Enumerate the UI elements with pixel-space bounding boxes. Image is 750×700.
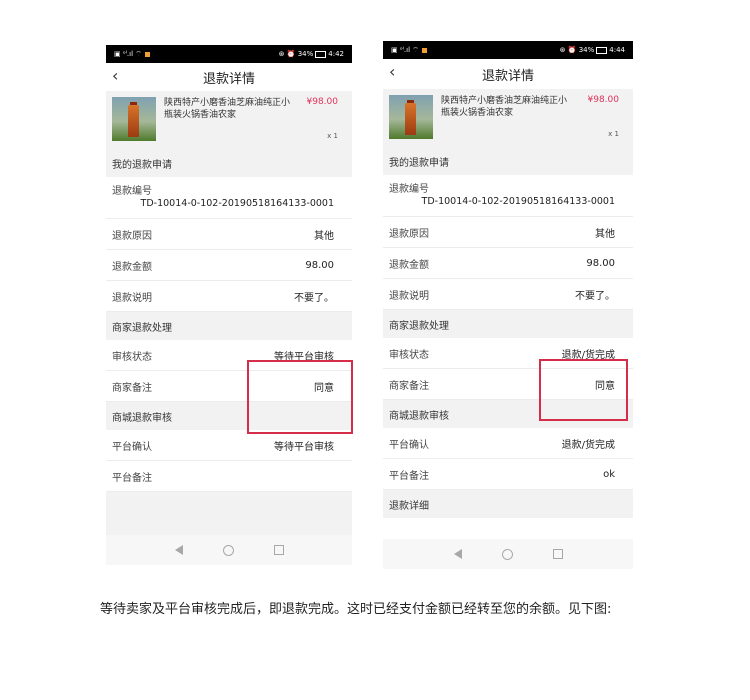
phone-screenshot-left: ▣ ᵒˡ.ıl ⌔ ⊛ ⏰ 34% 4:42 ‹ 退款详情 陕西特产小磨香油芝麻油… (106, 45, 352, 565)
nav-home-icon[interactable] (222, 544, 234, 556)
platform-note-value: ok (603, 468, 615, 480)
platform-note-row: 平台备注 (106, 461, 352, 492)
app-notification-icon (144, 51, 150, 57)
refund-number-label: 退款编号 (389, 184, 429, 195)
product-thumbnail (389, 95, 433, 139)
product-quantity: x 1 (327, 132, 338, 140)
refund-number-value: TD-10014-0-102-20190518164133-0001 (421, 196, 615, 207)
product-card[interactable]: 陕西特产小磨香油芝麻油纯正小瓶装火锅香油农家 ¥98.00 x 1 (383, 89, 633, 147)
page-title: 退款详情 (481, 68, 534, 84)
refund-note-label: 退款说明 (112, 292, 152, 304)
title-bar: ‹ 退款详情 (383, 59, 633, 89)
platform-confirm-value: 退款/货完成 (561, 439, 615, 451)
nav-home-icon[interactable] (501, 548, 513, 560)
refund-number-row: 退款编号 TD-10014-0-102-20190518164133-0001 (106, 177, 352, 219)
product-thumbnail (112, 97, 156, 141)
refund-number-label: 退款编号 (112, 186, 152, 197)
platform-confirm-row: 平台确认 等待平台审核 (106, 430, 352, 461)
product-price: ¥98.00 (587, 95, 620, 105)
platform-confirm-value: 等待平台审核 (274, 441, 334, 453)
nav-back-icon[interactable] (174, 545, 183, 555)
platform-note-label: 平台备注 (112, 472, 152, 484)
nav-recent-apps-icon[interactable] (273, 545, 284, 555)
refund-number-row: 退款编号 TD-10014-0-102-20190518164133-0001 (383, 175, 633, 217)
phone-screenshot-right: ▣ ᵒˡ.ıl ⌔ ⊛ ⏰ 34% 4:44 ‹ 退款详情 陕西特产小磨香油芝麻油… (383, 41, 633, 569)
android-nav-bar (383, 539, 633, 569)
refund-note-row: 退款说明 不要了。 (383, 279, 633, 310)
refund-amount-row: 退款金额 98.00 (383, 248, 633, 279)
refund-reason-label: 退款原因 (389, 228, 429, 240)
android-nav-bar (106, 535, 352, 565)
section-my-refund-request: 我的退款申请 (383, 147, 633, 175)
signal-icons: ▣ ᵒˡ.ıl ⌔ (391, 45, 419, 54)
refund-reason-value: 其他 (595, 228, 615, 240)
battery-icon (596, 46, 608, 54)
platform-note-row: 平台备注 ok (383, 459, 633, 490)
refund-amount-value: 98.00 (586, 257, 615, 269)
highlight-box-right (539, 359, 628, 421)
refund-note-value: 不要了。 (294, 292, 334, 304)
caption-text: 等待卖家及平台审核完成后，即退款完成。这时已经支付金额已经转至您的余额。见下图: (100, 602, 612, 617)
refund-amount-label: 退款金额 (389, 259, 429, 271)
platform-confirm-label: 平台确认 (389, 439, 429, 451)
refund-number-value: TD-10014-0-102-20190518164133-0001 (140, 198, 334, 209)
product-quantity: x 1 (608, 130, 619, 138)
merchant-note-label: 商家备注 (112, 382, 152, 394)
refund-note-label: 退款说明 (389, 290, 429, 302)
merchant-note-label: 商家备注 (389, 380, 429, 392)
status-indicators: ⊛ ⏰ 34% (278, 50, 314, 58)
section-merchant-processing: 商家退款处理 (106, 312, 352, 340)
product-card[interactable]: 陕西特产小磨香油芝麻油纯正小瓶装火锅香油农家 ¥98.00 x 1 (106, 91, 352, 149)
section-merchant-processing: 商家退款处理 (383, 310, 633, 338)
page-title: 退款详情 (202, 71, 255, 87)
signal-icons: ▣ ᵒˡ.ıl ⌔ (114, 49, 142, 58)
status-time: 4:42 (328, 50, 344, 58)
nav-back-icon[interactable] (453, 549, 462, 559)
refund-reason-label: 退款原因 (112, 230, 152, 242)
refund-amount-label: 退款金额 (112, 261, 152, 273)
status-time: 4:44 (609, 46, 625, 54)
section-my-refund-request: 我的退款申请 (106, 149, 352, 177)
status-indicators: ⊛ ⏰ 34% (559, 46, 595, 54)
highlight-box-left (247, 360, 353, 434)
battery-icon (315, 50, 327, 58)
nav-recent-apps-icon[interactable] (552, 549, 563, 559)
refund-note-row: 退款说明 不要了。 (106, 281, 352, 312)
product-name: 陕西特产小磨香油芝麻油纯正小瓶装火锅香油农家 (164, 98, 291, 120)
product-name: 陕西特产小磨香油芝麻油纯正小瓶装火锅香油农家 (441, 96, 568, 118)
title-bar: ‹ 退款详情 (106, 63, 352, 91)
back-arrow-icon[interactable]: ‹ (389, 63, 395, 81)
platform-note-label: 平台备注 (389, 470, 429, 482)
platform-confirm-label: 平台确认 (112, 441, 152, 453)
refund-reason-value: 其他 (314, 230, 334, 242)
platform-confirm-row: 平台确认 退款/货完成 (383, 428, 633, 459)
refund-note-value: 不要了。 (575, 290, 615, 302)
status-bar: ▣ ᵒˡ.ıl ⌔ ⊛ ⏰ 34% 4:44 (383, 41, 633, 59)
audit-status-label: 审核状态 (389, 349, 429, 361)
refund-reason-row: 退款原因 其他 (383, 217, 633, 248)
refund-reason-row: 退款原因 其他 (106, 219, 352, 250)
status-bar: ▣ ᵒˡ.ıl ⌔ ⊛ ⏰ 34% 4:42 (106, 45, 352, 63)
back-arrow-icon[interactable]: ‹ (112, 67, 118, 85)
section-refund-detail[interactable]: 退款详细 (383, 490, 633, 518)
product-price: ¥98.00 (306, 97, 339, 107)
app-notification-icon (421, 47, 427, 53)
refund-amount-value: 98.00 (305, 259, 334, 271)
audit-status-label: 审核状态 (112, 351, 152, 363)
refund-amount-row: 退款金额 98.00 (106, 250, 352, 281)
